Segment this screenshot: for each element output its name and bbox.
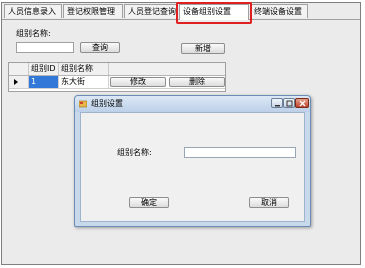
dialog-group-name-input[interactable] — [184, 147, 296, 158]
tab-label: 终端设备设置 — [254, 7, 302, 16]
dialog-group-name-label: 组别名称: — [117, 148, 152, 157]
minimize-button[interactable] — [271, 98, 283, 108]
maximize-button[interactable] — [283, 98, 295, 108]
dialog-body: 组别名称: 确定 取消 — [80, 112, 305, 222]
group-name-input[interactable] — [16, 42, 74, 53]
tab-label: 登记权限管理 — [67, 7, 115, 16]
edit-button[interactable]: 修改 — [110, 77, 166, 87]
column-header-group-id[interactable]: 组别ID — [29, 63, 59, 75]
column-header-group-name[interactable]: 组别名称 — [59, 63, 109, 75]
delete-button[interactable]: 删除 — [169, 77, 225, 87]
current-row-arrow-icon — [14, 79, 18, 85]
cell-group-name[interactable]: 东大街 — [59, 76, 109, 88]
window-icon — [79, 100, 87, 108]
tab-label: 设备组别设置 — [183, 7, 231, 16]
dialog-titlebar[interactable]: 组别设置 — [75, 96, 310, 112]
group-name-label: 组别名称: — [16, 29, 51, 38]
ok-button[interactable]: 确定 — [129, 197, 169, 208]
tab-personnel-entry[interactable]: 人员信息录入 — [4, 4, 62, 18]
dialog-title: 组别设置 — [91, 99, 123, 108]
new-button[interactable]: 新增 — [181, 43, 225, 54]
tab-registration-permission[interactable]: 登记权限管理 — [63, 4, 123, 18]
group-grid: 组别ID 组别名称 1 东大街 修改 删除 — [8, 62, 226, 92]
table-row[interactable]: 1 东大街 修改 删除 — [9, 76, 225, 89]
tab-terminal-device-settings[interactable]: 终端设备设置 — [250, 4, 308, 18]
tab-strip: 人员信息录入 登记权限管理 人员登记查询 设备组别设置 终端设备设置 — [2, 2, 360, 24]
grid-header: 组别ID 组别名称 — [9, 63, 225, 76]
close-button[interactable] — [295, 98, 309, 108]
query-button[interactable]: 查询 — [80, 42, 120, 53]
row-header-corner — [9, 63, 29, 75]
cancel-button[interactable]: 取消 — [249, 197, 289, 208]
tab-device-group-settings[interactable]: 设备组别设置 — [179, 4, 249, 20]
tab-label: 人员登记查询 — [128, 7, 176, 16]
row-indicator — [9, 76, 29, 88]
tab-registration-query[interactable]: 人员登记查询 — [124, 4, 178, 18]
tab-label: 人员信息录入 — [8, 7, 56, 16]
close-icon — [299, 100, 306, 107]
group-settings-dialog: 组别设置 组别名称: 确定 取消 — [74, 95, 311, 227]
cell-group-id[interactable]: 1 — [29, 76, 59, 88]
